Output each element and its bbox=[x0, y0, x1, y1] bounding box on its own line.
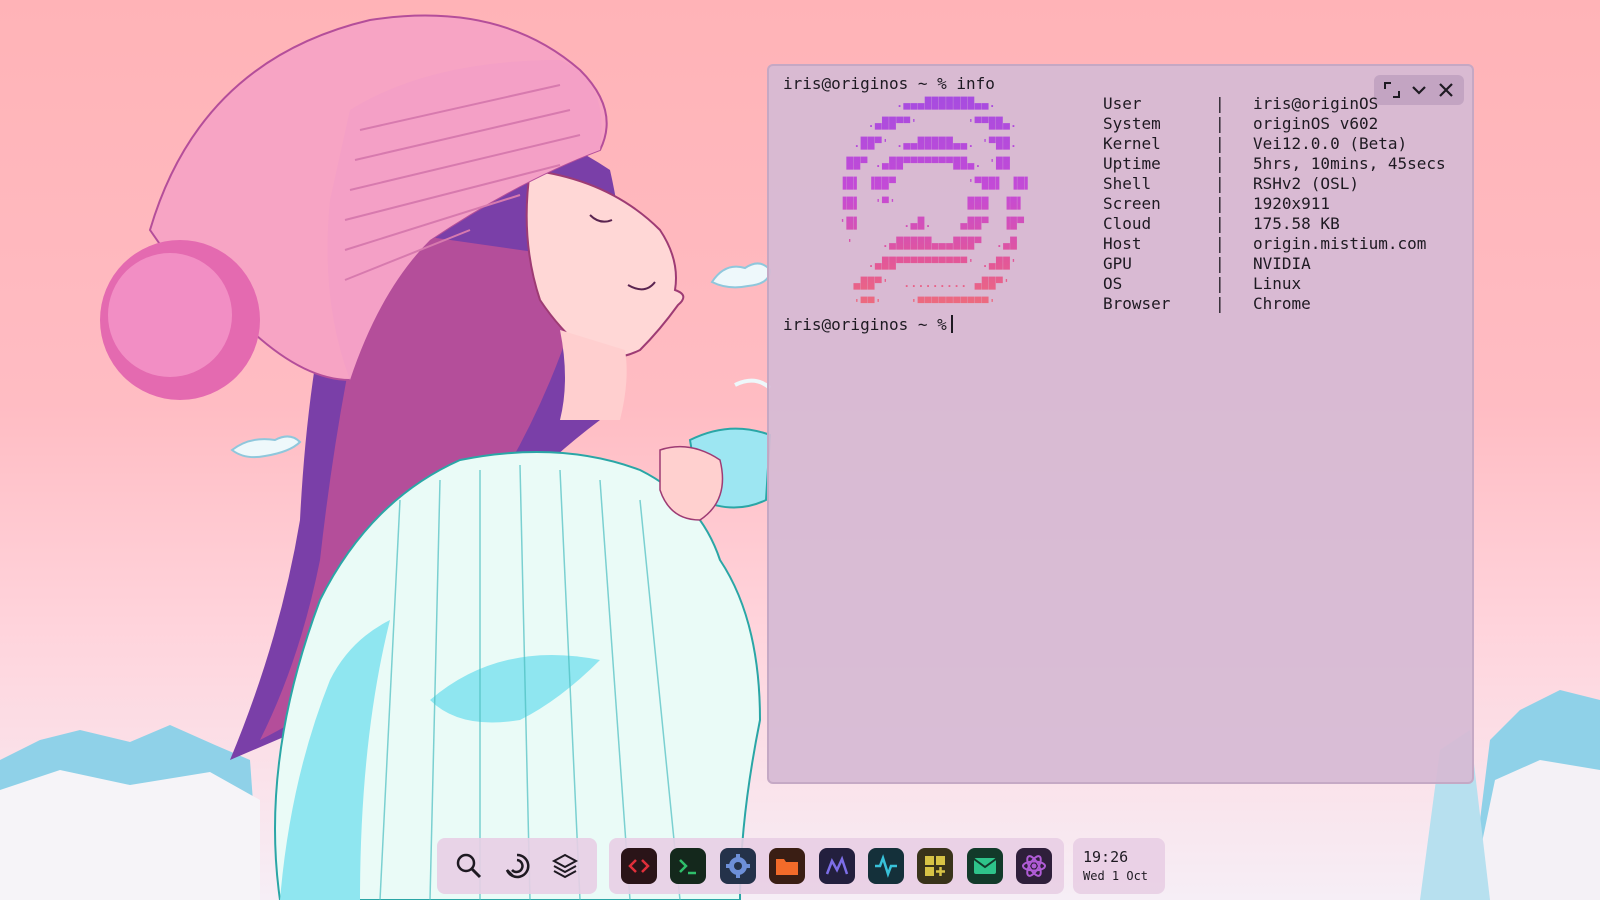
info-row: OS | Linux bbox=[1103, 274, 1446, 294]
dock-system-group bbox=[437, 838, 597, 894]
info-key: System bbox=[1103, 114, 1161, 133]
prompt-text: iris@originos ~ % bbox=[783, 315, 947, 334]
originos-ascii-logo: .▄▄▄███████▄▄. .▄██▀▀' '▀▀██▄. .██▀' .▄▄… bbox=[825, 94, 1067, 314]
info-key: Host bbox=[1103, 234, 1142, 253]
mail-icon[interactable] bbox=[966, 848, 1003, 884]
info-sep: | bbox=[1215, 134, 1225, 153]
info-value: iris@originOS bbox=[1253, 94, 1379, 113]
info-key: Kernel bbox=[1103, 134, 1161, 153]
info-key: OS bbox=[1103, 274, 1123, 293]
ascii-logo-line: ▄██▀' ......... ▄██▀' bbox=[825, 277, 1053, 290]
clock-time: 19:26 bbox=[1083, 848, 1129, 866]
info-value: origin.mistium.com bbox=[1253, 234, 1427, 253]
clock-date: Wed 1 Oct bbox=[1083, 869, 1149, 883]
info-value: NVIDIA bbox=[1253, 254, 1311, 273]
info-sep: | bbox=[1215, 234, 1225, 253]
info-row: Kernel | Vei12.0.0 (Beta) bbox=[1103, 134, 1446, 154]
info-value: 175.58 KB bbox=[1253, 214, 1340, 233]
ascii-logo-line: .▄▄▄███████▄▄. bbox=[825, 97, 1068, 110]
ascii-logo-line: .▄██▀▀▀▀▀▀▀▀▀▀' .▄██' bbox=[825, 257, 1046, 270]
info-key: Uptime bbox=[1103, 154, 1161, 173]
settings-icon[interactable] bbox=[719, 848, 756, 884]
info-row: Uptime | 5hrs, 10mins, 45secs bbox=[1103, 154, 1446, 174]
info-sep: | bbox=[1215, 174, 1225, 193]
text-cursor bbox=[950, 315, 953, 333]
info-sep: | bbox=[1215, 274, 1225, 293]
info-key: Browser bbox=[1103, 294, 1171, 313]
info-value: Linux bbox=[1253, 274, 1302, 293]
info-row: Host | origin.mistium.com bbox=[1103, 234, 1446, 254]
ascii-logo-line: ▐█▌ '▀' ███ ▐█▌ bbox=[825, 197, 1039, 210]
atom-icon[interactable] bbox=[1016, 848, 1052, 884]
info-key: GPU bbox=[1103, 254, 1132, 273]
ascii-logo-line: .▄██▀▀' '▀▀██▄. bbox=[825, 117, 1061, 130]
info-key: Screen bbox=[1103, 194, 1161, 213]
origin-swirl-icon[interactable] bbox=[499, 848, 535, 884]
ascii-logo-line: '█▌ .▄█. ▄██▀ ▐█▀ bbox=[825, 217, 1039, 230]
ascii-logo-line: ▐█▌ ▐██▀ '▀██▌ ▐█▌ bbox=[825, 177, 1046, 190]
info-sep: | bbox=[1215, 94, 1225, 113]
info-value: originOS v602 bbox=[1253, 114, 1379, 133]
ascii-logo-line: '▀▀' '▀▀▀▀▀▀▀▀▀▀' bbox=[825, 297, 1053, 310]
files-icon[interactable] bbox=[769, 848, 806, 884]
info-row: User | iris@originOS bbox=[1103, 94, 1446, 114]
info-row: GPU | NVIDIA bbox=[1103, 254, 1446, 274]
info-sep: | bbox=[1215, 194, 1225, 213]
command-line: iris@originos ~ % info bbox=[783, 74, 995, 93]
dock-apps-group bbox=[609, 838, 1064, 894]
monitor-chart-icon[interactable] bbox=[818, 848, 855, 884]
system-info-list: User | iris@originOS System | originOS v602 Ke… bbox=[1103, 94, 1446, 314]
code-editor-icon[interactable] bbox=[621, 848, 657, 884]
ascii-logo-line: .██▀' .▄▄█████▄▄. '▀██. bbox=[825, 137, 1046, 150]
terminal-window[interactable]: iris@originos ~ % info .▄▄▄███████▄▄. .▄… bbox=[767, 64, 1474, 784]
info-row: Browser | Chrome bbox=[1103, 294, 1446, 314]
info-key: User bbox=[1103, 94, 1142, 113]
layers-icon[interactable] bbox=[547, 848, 583, 884]
widgets-icon[interactable] bbox=[917, 848, 954, 884]
info-key: Shell bbox=[1103, 174, 1152, 193]
ascii-logo-line: ██▀ .▄██▀▀▀▀▀▀▀██▄. '██ bbox=[825, 157, 1032, 170]
activity-icon[interactable] bbox=[867, 848, 904, 884]
terminal-icon[interactable] bbox=[670, 848, 707, 884]
info-row: Shell | RSHv2 (OSL) bbox=[1103, 174, 1446, 194]
info-value: Vei12.0.0 (Beta) bbox=[1253, 134, 1408, 153]
info-row: Cloud | 175.58 KB bbox=[1103, 214, 1446, 234]
info-sep: | bbox=[1215, 294, 1225, 313]
info-value: 5hrs, 10mins, 45secs bbox=[1253, 154, 1446, 173]
info-sep: | bbox=[1215, 114, 1225, 133]
info-key: Cloud bbox=[1103, 214, 1152, 233]
search-icon[interactable] bbox=[451, 848, 487, 884]
ascii-logo-line: ' .▄█████▄▄▄███▀ .▄█ bbox=[825, 237, 1039, 250]
info-row: System | originOS v602 bbox=[1103, 114, 1446, 134]
info-value: Chrome bbox=[1253, 294, 1311, 313]
dock-clock[interactable]: 19:26 Wed 1 Oct bbox=[1073, 838, 1165, 894]
info-value: RSHv2 (OSL) bbox=[1253, 174, 1359, 193]
info-value: 1920x911 bbox=[1253, 194, 1331, 213]
info-sep: | bbox=[1215, 214, 1225, 233]
info-row: Screen | 1920x911 bbox=[1103, 194, 1446, 214]
info-sep: | bbox=[1215, 254, 1225, 273]
info-sep: | bbox=[1215, 154, 1225, 173]
prompt-line[interactable]: iris@originos ~ % bbox=[783, 315, 953, 335]
